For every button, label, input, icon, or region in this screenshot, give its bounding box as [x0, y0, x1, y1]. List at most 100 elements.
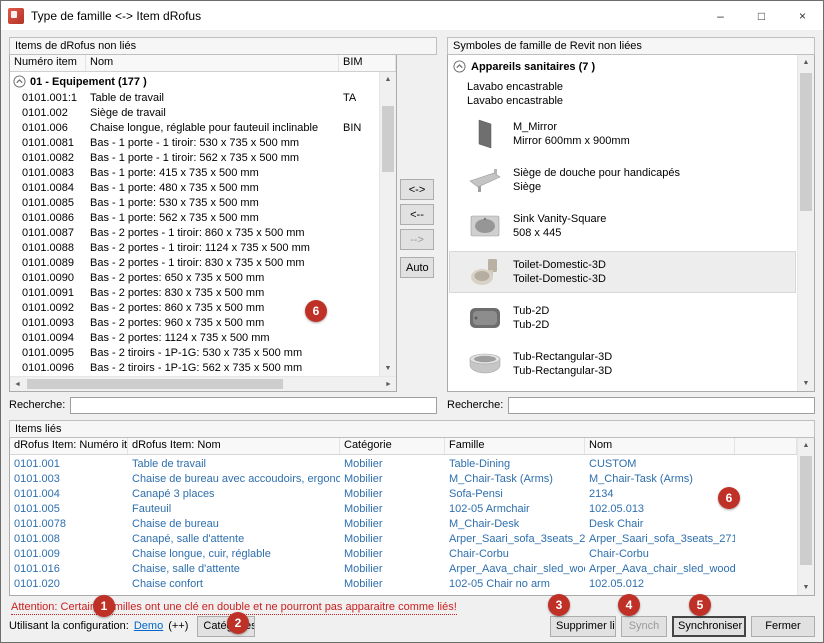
unlinked-item-row[interactable]: 0101.0089Bas - 2 portes - 1 tiroir: 830 … — [10, 255, 379, 270]
family-item[interactable]: Sink Vanity-Square508 x 445 — [449, 205, 796, 247]
synch-button[interactable]: Synch — [621, 616, 667, 637]
linked-item-row[interactable]: 0101.0078Chaise de bureauMobilierM_Chair… — [10, 516, 797, 531]
group-label: 01 - Equipement (177 ) — [30, 76, 147, 88]
unlinked-item-row[interactable]: 0101.0083Bas - 1 porte: 415 x 735 x 500 … — [10, 165, 379, 180]
close-button[interactable]: × — [782, 1, 823, 30]
linked-items-panel-title: Items liés — [9, 420, 815, 438]
unlinked-item-row[interactable]: 0101.002Siège de travail — [10, 105, 379, 120]
linked-nom-cell: Chaise longue, cuir, réglable — [128, 548, 340, 560]
scrollbar-track[interactable] — [25, 377, 381, 391]
scrollbar-thumb[interactable] — [800, 456, 812, 565]
delete-link-button[interactable]: Supprimer lien — [550, 616, 616, 637]
item-name-cell: Bas - 2 portes: 650 x 735 x 500 mm — [86, 272, 339, 284]
linked-item-row[interactable]: 0101.009Chaise longue, cuir, réglableMob… — [10, 546, 797, 561]
scroll-down-icon[interactable]: ▼ — [798, 580, 814, 595]
maximize-button[interactable]: □ — [741, 1, 782, 30]
linked-item-row[interactable]: 0101.004Canapé 3 placesMobilierSofa-Pens… — [10, 486, 797, 501]
scrollbar-thumb[interactable] — [382, 106, 394, 172]
tub-2d-icon — [467, 302, 503, 334]
family-list-items: Appareils sanitaires (7 )Lavabo encastra… — [448, 55, 797, 391]
collapse-icon[interactable] — [453, 60, 466, 73]
unlinked-item-row[interactable]: 0101.001:1Table de travailTA — [10, 90, 379, 105]
unlinked-item-row[interactable]: 0101.0091Bas - 2 portes: 830 x 735 x 500… — [10, 285, 379, 300]
scroll-up-icon[interactable]: ▲ — [798, 55, 814, 70]
unlinked-horizontal-scrollbar[interactable]: ◄ ► — [10, 376, 396, 391]
linked-numero-cell: 0101.001 — [10, 458, 128, 470]
transfer-right-button[interactable]: --> — [400, 229, 434, 250]
family-group-row[interactable]: Appareils sanitaires (7 ) — [448, 57, 797, 78]
unlinked-item-row[interactable]: 0101.0096Bas - 2 tiroirs - 1P-1G: 562 x … — [10, 360, 379, 375]
family-search-input[interactable] — [508, 397, 815, 414]
linked-item-row[interactable]: 0101.020Chaise confortMobilier102-05 Cha… — [10, 576, 797, 591]
family-item[interactable]: M_MirrorMirror 600mm x 900mm — [449, 113, 796, 155]
family-item[interactable]: Siège de douche pour handicapésSiège — [449, 159, 796, 201]
column-header-categorie[interactable]: Catégorie — [340, 438, 445, 454]
unlinked-items-panel-title: Items de dRofus non liés — [9, 37, 437, 55]
unlinked-item-row[interactable]: 0101.0094Bas - 2 portes: 1124 x 735 x 50… — [10, 330, 379, 345]
scroll-down-icon[interactable]: ▼ — [380, 361, 396, 376]
linked-vertical-scrollbar[interactable]: ▲ ▼ — [797, 438, 814, 595]
annotation-badge-5: 5 — [689, 594, 711, 616]
item-number-cell: 0101.002 — [10, 107, 86, 119]
family-search-label: Recherche: — [447, 399, 503, 411]
column-header-numero-item[interactable]: Numéro item — [10, 55, 86, 71]
transfer-left-button[interactable]: <-- — [400, 204, 434, 225]
family-item[interactable]: Tub-2DTub-2D — [449, 297, 796, 339]
family-item[interactable]: Tub-Rectangular-3DTub-Rectangular-3D — [449, 343, 796, 385]
scroll-up-icon[interactable]: ▲ — [798, 438, 814, 453]
family-search-row: Recherche: — [447, 392, 815, 414]
unlinked-search-input[interactable] — [70, 397, 437, 414]
scrollbar-track[interactable] — [798, 453, 814, 580]
auto-link-button[interactable]: Auto — [400, 257, 434, 278]
annotation-badge-6: 6 — [718, 487, 740, 509]
unlinked-item-row[interactable]: 0101.0088Bas - 2 portes - 1 tiroir: 1124… — [10, 240, 379, 255]
column-header-famille[interactable]: Famille — [445, 438, 585, 454]
scrollbar-thumb[interactable] — [27, 379, 283, 389]
close-dialog-button[interactable]: Fermer — [751, 616, 815, 637]
unlinked-item-row[interactable]: 0101.0081Bas - 1 porte - 1 tiroir: 530 x… — [10, 135, 379, 150]
unlinked-item-row[interactable]: 0101.0086Bas - 1 porte: 562 x 735 x 500 … — [10, 210, 379, 225]
item-number-cell: 0101.0082 — [10, 152, 86, 164]
maximize-icon: □ — [758, 9, 765, 23]
linked-item-row[interactable]: 0101.003Chaise de bureau avec accoudoirs… — [10, 471, 797, 486]
column-header-bim[interactable]: BIM — [339, 55, 396, 71]
item-number-cell: 0101.0086 — [10, 212, 86, 224]
linked-famille-cell: 102-05 Chair no arm — [445, 578, 585, 590]
scrollbar-thumb[interactable] — [800, 73, 812, 211]
column-header-filler — [735, 438, 797, 454]
column-header-drofus-numero[interactable]: dRofus Item: Numéro item — [10, 438, 128, 454]
linked-item-row[interactable]: 0101.016Chaise, salle d'attenteMobilierA… — [10, 561, 797, 576]
group-row[interactable]: 01 - Equipement (177 ) — [10, 73, 379, 90]
transfer-both-button[interactable]: <-> — [400, 179, 434, 200]
family-vertical-scrollbar[interactable]: ▲ ▼ — [797, 55, 814, 391]
family-item[interactable]: Lavabo encastrableLavabo encastrable — [449, 78, 796, 110]
unlinked-item-row[interactable]: 0101.0084Bas - 1 porte: 480 x 735 x 500 … — [10, 180, 379, 195]
unlinked-vertical-scrollbar[interactable]: ▲ ▼ — [379, 72, 396, 376]
scroll-down-icon[interactable]: ▼ — [798, 376, 814, 391]
scroll-up-icon[interactable]: ▲ — [380, 72, 396, 87]
minimize-button[interactable]: – — [700, 1, 741, 30]
collapse-icon[interactable] — [13, 75, 26, 88]
unlinked-item-row[interactable]: 0101.006Chaise longue, réglable pour fau… — [10, 120, 379, 135]
linked-item-row[interactable]: 0101.008Canapé, salle d'attenteMobilierA… — [10, 531, 797, 546]
unlinked-item-row[interactable]: 0101.0085Bas - 1 porte: 530 x 735 x 500 … — [10, 195, 379, 210]
column-header-nom-famille[interactable]: Nom — [585, 438, 735, 454]
scrollbar-track[interactable] — [380, 87, 396, 361]
linked-item-row[interactable]: 0101.001Table de travailMobilierTable-Di… — [10, 456, 797, 471]
item-name-cell: Bas - 2 portes: 830 x 735 x 500 mm — [86, 287, 339, 299]
unlinked-item-row[interactable]: 0101.0087Bas - 2 portes - 1 tiroir: 860 … — [10, 225, 379, 240]
linked-item-row[interactable]: 0101.005FauteuilMobilier102-05 Armchair1… — [10, 501, 797, 516]
unlinked-item-row[interactable]: 0101.0090Bas - 2 portes: 650 x 735 x 500… — [10, 270, 379, 285]
column-header-nom[interactable]: Nom — [86, 55, 339, 71]
scrollbar-track[interactable] — [798, 70, 814, 376]
unlinked-item-row[interactable]: 0101.0095Bas - 2 tiroirs - 1P-1G: 530 x … — [10, 345, 379, 360]
family-item[interactable]: Toilet-Domestic-3DToilet-Domestic-3D — [449, 251, 796, 293]
column-header-drofus-nom[interactable]: dRofus Item: Nom — [128, 438, 340, 454]
unlinked-item-row[interactable]: 0101.0082Bas - 1 porte - 1 tiroir: 562 x… — [10, 150, 379, 165]
config-link[interactable]: Demo — [134, 620, 163, 632]
synchronize-all-button[interactable]: Synchroniser t — [672, 616, 746, 637]
scroll-left-icon[interactable]: ◄ — [10, 377, 25, 391]
family-name: Tub-Rectangular-3D — [513, 350, 612, 364]
item-name-cell: Bas - 2 tiroirs - 1P-1G: 530 x 735 x 500… — [86, 347, 339, 359]
scroll-right-icon[interactable]: ► — [381, 377, 396, 391]
